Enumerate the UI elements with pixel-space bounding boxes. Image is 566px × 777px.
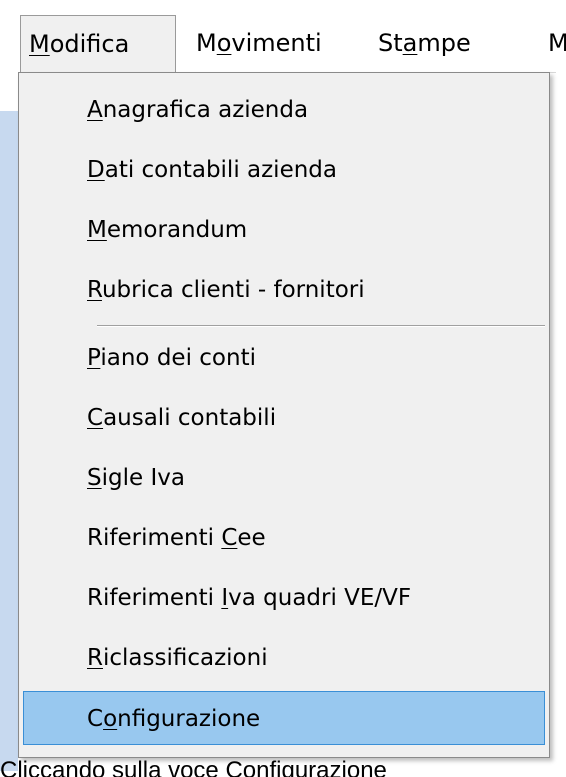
menu-item-label: Dati contabili azienda <box>87 157 337 183</box>
caption-text: Cliccando sulla voce Configurazione <box>0 757 387 777</box>
menu-item-sigle-iva[interactable]: Sigle Iva <box>23 451 545 505</box>
menu-item-causali-contabili[interactable]: Causali contabili <box>23 391 545 445</box>
menu-truncated[interactable]: M <box>540 15 566 72</box>
menubar: Modifica Movimenti Stampe M <box>0 0 566 73</box>
menu-item-label: Sigle Iva <box>87 465 185 491</box>
menu-stampe-rest: mpe <box>417 29 471 57</box>
menu-item-label: Rubrica clienti - fornitori <box>87 277 365 303</box>
menu-item-riclassificazioni[interactable]: Riclassificazioni <box>23 631 545 685</box>
menu-modifica-rest: odifica <box>49 30 130 58</box>
menu-movimenti[interactable]: Movimenti <box>188 15 330 72</box>
menu-item-label: Riclassificazioni <box>87 645 268 671</box>
app-background-right <box>556 72 566 772</box>
menu-movimenti-rest: vimenti <box>231 29 322 57</box>
menu-item-piano-dei-conti[interactable]: Piano dei conti <box>23 331 545 385</box>
menu-item-riferimenti-iva-quadri[interactable]: Riferimenti Iva quadri VE/VF <box>23 571 545 625</box>
menu-movimenti-accesskey: o <box>216 29 232 57</box>
menu-item-dati-contabili-azienda[interactable]: Dati contabili azienda <box>23 143 545 197</box>
menu-item-anagrafica-azienda[interactable]: Anagrafica azienda <box>23 83 545 137</box>
menu-item-label: Riferimenti Cee <box>87 525 266 551</box>
menu-item-label: Causali contabili <box>87 405 277 431</box>
menu-stampe-pre: St <box>378 29 403 57</box>
menu-stampe-accesskey: a <box>402 29 418 57</box>
menu-item-label: Piano dei conti <box>87 345 256 371</box>
menu-item-riferimenti-cee[interactable]: Riferimenti Cee <box>23 511 545 565</box>
menu-item-label: Configurazione <box>87 706 261 732</box>
menu-item-configurazione[interactable]: Configurazione <box>23 691 545 745</box>
menu-truncated-label: M <box>548 29 566 57</box>
modifica-dropdown: Anagrafica azienda Dati contabili aziend… <box>18 72 550 758</box>
app-background-panel <box>0 111 18 771</box>
menu-item-memorandum[interactable]: Memorandum <box>23 203 545 257</box>
menu-movimenti-pre: M <box>196 29 217 57</box>
menu-item-label: Anagrafica azienda <box>87 97 309 123</box>
menu-modifica-accesskey: M <box>29 30 50 58</box>
menu-separator <box>97 325 545 327</box>
menu-item-label: Riferimenti Iva quadri VE/VF <box>87 585 412 611</box>
menu-stampe[interactable]: Stampe <box>370 15 479 72</box>
menu-modifica[interactable]: Modifica <box>20 15 176 72</box>
menu-item-label: Memorandum <box>87 217 248 243</box>
menu-item-rubrica-clienti-fornitori[interactable]: Rubrica clienti - fornitori <box>23 263 545 317</box>
